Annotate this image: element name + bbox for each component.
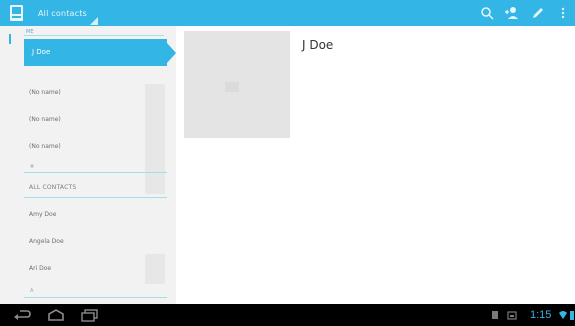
dropdown-arrow-icon	[90, 17, 98, 25]
system-navigation-bar: 1:15	[0, 304, 575, 326]
selection-pointer	[167, 43, 176, 63]
list-item-selected[interactable]: J Doe	[24, 39, 167, 66]
contacts-app-icon[interactable]	[9, 4, 25, 22]
section-divider	[24, 172, 167, 173]
list-item-label: (No name)	[29, 143, 61, 150]
section-header: ALL CONTACTS	[24, 176, 167, 202]
list-item-label: Ari Doe	[29, 265, 52, 272]
list-item[interactable]: (No name)	[24, 135, 167, 161]
fast-scroll-indicator[interactable]	[9, 34, 11, 44]
account-selector[interactable]: All contacts	[38, 9, 87, 18]
contact-photo[interactable]	[184, 31, 290, 138]
list-item-label: (No name)	[29, 116, 61, 123]
section-divider	[24, 35, 164, 36]
clock: 1:15	[530, 309, 552, 321]
list-item[interactable]: (No name)	[24, 81, 167, 107]
list-item[interactable]: Amy Doe	[24, 203, 167, 229]
screenshot-icon	[507, 311, 517, 320]
sd-card-icon	[492, 311, 498, 319]
back-icon[interactable]	[12, 308, 32, 322]
home-icon[interactable]	[46, 308, 66, 322]
list-item-label: Amy Doe	[29, 211, 57, 218]
battery-icon	[570, 311, 574, 320]
contact-detail-panel: J Doe	[176, 26, 575, 304]
photo-placeholder-icon	[225, 82, 239, 92]
overflow-icon[interactable]	[558, 5, 568, 21]
section-marker: #	[30, 164, 35, 170]
list-item[interactable]: (No name)	[24, 108, 167, 134]
section-divider	[24, 197, 167, 198]
section-header-label: ALL CONTACTS	[29, 184, 77, 191]
add-contact-icon[interactable]	[504, 5, 520, 21]
wifi-icon	[559, 311, 567, 319]
search-icon[interactable]	[479, 5, 495, 21]
action-bar: All contacts	[0, 0, 575, 26]
list-item[interactable]: Ari Doe	[24, 257, 167, 283]
contact-name: J Doe	[302, 38, 334, 52]
list-item[interactable]: Angela Doe	[24, 230, 167, 256]
section-marker: A	[30, 288, 34, 294]
edit-icon[interactable]	[530, 5, 546, 21]
section-divider	[24, 297, 167, 298]
list-item-label: Angela Doe	[29, 238, 64, 245]
contact-list-panel[interactable]: ME J Doe (No name) (No name) (No name) #…	[0, 26, 176, 304]
recent-apps-icon[interactable]	[80, 308, 100, 322]
list-item-label: J Doe	[32, 48, 51, 56]
list-item-label: (No name)	[29, 89, 61, 96]
